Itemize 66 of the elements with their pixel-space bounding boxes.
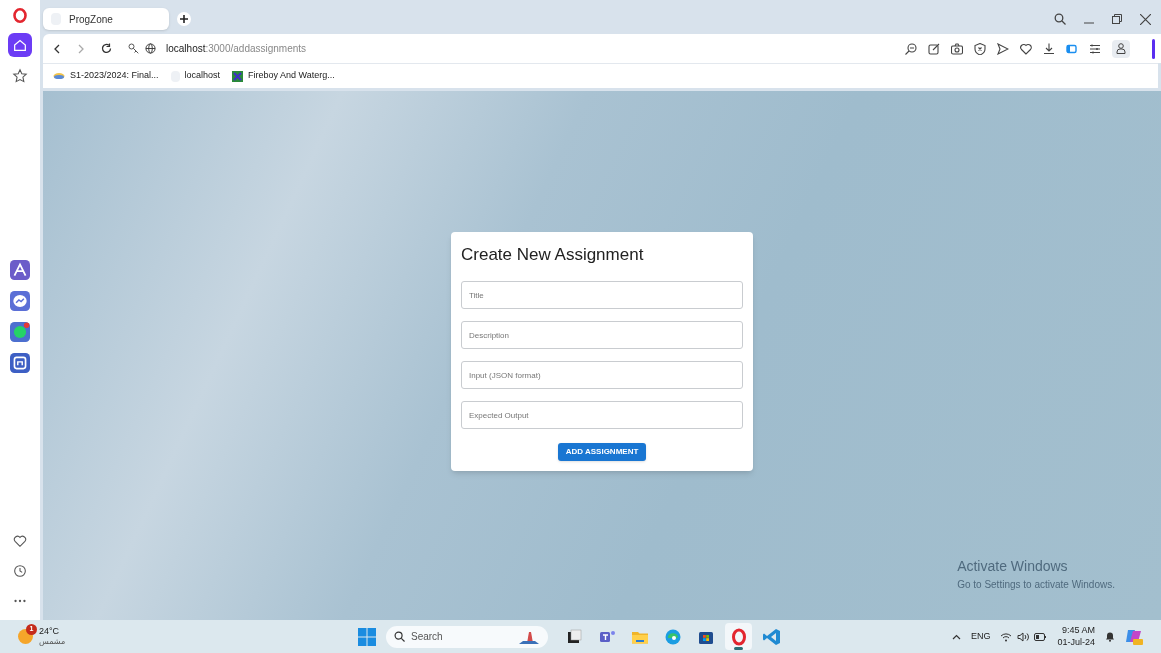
search-placeholder: Search xyxy=(411,630,443,644)
bookmark-link[interactable]: S1-2023/2024: Final... xyxy=(70,69,159,83)
form-title: Create New Assignment xyxy=(461,243,645,266)
clock-icon xyxy=(12,563,28,579)
send-icon[interactable] xyxy=(997,42,1009,55)
wifi-icon[interactable] xyxy=(1000,631,1013,642)
date: 01-Jul-24 xyxy=(1057,636,1095,648)
speaker-icon[interactable] xyxy=(1017,631,1030,642)
download-icon[interactable] xyxy=(1043,42,1055,55)
battery-icon[interactable] xyxy=(1034,632,1048,641)
zoom-out-icon[interactable] xyxy=(905,42,917,55)
activation-title: Activate Windows xyxy=(957,557,1069,576)
app-icon xyxy=(10,260,30,280)
sidebar-messenger-button[interactable] xyxy=(9,290,31,312)
star-icon xyxy=(12,68,28,84)
temperature: 24°C xyxy=(39,625,61,638)
bell-icon[interactable] xyxy=(1105,631,1115,642)
copilot-icon[interactable] xyxy=(1125,628,1143,645)
text-field[interactable]: Description xyxy=(461,321,743,350)
shield-icon[interactable] xyxy=(974,42,986,55)
search-icon[interactable] xyxy=(1054,13,1066,25)
weather-condition: مشمس xyxy=(39,637,66,648)
game-icon xyxy=(232,70,244,82)
search-icon xyxy=(394,631,405,642)
bookmark-link[interactable]: Fireboy And Waterg... xyxy=(248,69,335,83)
close-icon[interactable] xyxy=(1140,13,1151,25)
text-field[interactable]: Expected Output xyxy=(461,401,743,430)
app2-icon xyxy=(10,353,30,373)
text-field[interactable]: Title xyxy=(461,281,743,310)
time: 9:45 AM xyxy=(1061,625,1095,637)
bookmark-link[interactable]: localhost xyxy=(184,69,221,83)
windows-start-icon[interactable] xyxy=(358,627,376,646)
clock[interactable]: 9:45 AM 01-Jul-24 xyxy=(1057,625,1095,648)
sidebar-setup-bar[interactable] xyxy=(1152,38,1155,59)
taskbar-search[interactable]: Search xyxy=(386,625,548,648)
address-text[interactable]: localhost:3000/addassignments xyxy=(166,41,307,56)
globe-icon xyxy=(145,43,156,54)
profile-button[interactable] xyxy=(1112,39,1130,58)
browser-tab[interactable]: ProgZone xyxy=(43,8,169,30)
home-icon xyxy=(12,37,28,53)
sidebar-app-button[interactable] xyxy=(9,259,31,281)
sidebar-app2-button[interactable] xyxy=(9,352,31,374)
activation-message: Go to Settings to activate Windows. xyxy=(957,578,1115,592)
vscode-icon xyxy=(761,626,782,647)
add-assignment-button[interactable]: ADD ASSIGNMENT xyxy=(557,443,647,462)
tab-title: ProgZone xyxy=(69,12,113,27)
restore-icon[interactable] xyxy=(1112,14,1122,24)
person-icon xyxy=(1116,43,1126,54)
opera-logo[interactable] xyxy=(13,8,27,23)
messenger-icon xyxy=(10,291,30,311)
key-icon[interactable] xyxy=(128,43,139,54)
taskbar-opera-button[interactable] xyxy=(725,623,752,650)
heart-icon[interactable] xyxy=(1020,42,1032,55)
new-tab-button[interactable] xyxy=(177,12,191,26)
bookmark-icon xyxy=(53,72,65,80)
sidebar-home-button[interactable] xyxy=(8,33,32,57)
back-icon[interactable] xyxy=(53,43,61,54)
text-field[interactable]: Input (JSON format) xyxy=(461,361,743,390)
chevron-up-icon[interactable] xyxy=(951,633,961,640)
heart-icon xyxy=(12,533,28,549)
settings-sliders-icon[interactable] xyxy=(1089,42,1101,55)
edit-icon[interactable] xyxy=(928,42,940,55)
battery-saver-icon[interactable] xyxy=(1066,42,1078,55)
camera-icon[interactable] xyxy=(951,42,963,55)
reload-icon[interactable] xyxy=(101,43,112,54)
language-indicator[interactable]: ENG xyxy=(970,629,991,644)
